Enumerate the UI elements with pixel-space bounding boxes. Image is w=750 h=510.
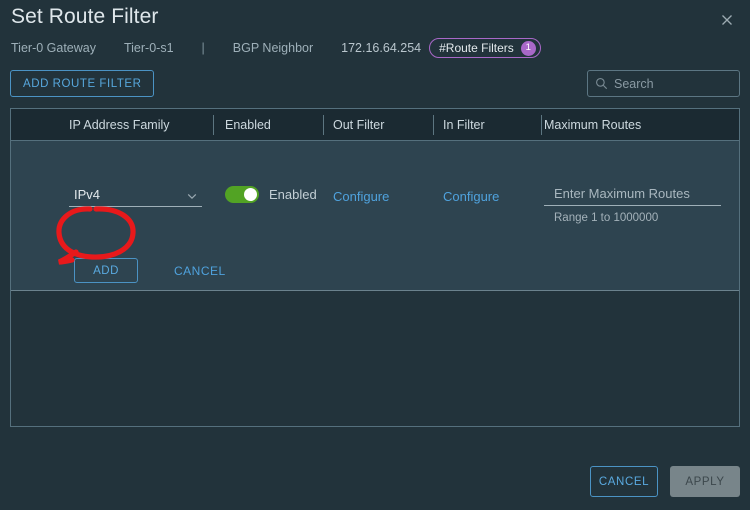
breadcrumb-separator: | — [201, 41, 205, 55]
breadcrumb-neighbor-label: BGP Neighbor — [232, 41, 314, 55]
out-filter-configure-link[interactable]: Configure — [333, 189, 389, 204]
search-input[interactable] — [608, 76, 750, 91]
dialog-footer: CANCEL APPLY — [0, 466, 750, 498]
table-empty-body — [11, 291, 739, 426]
column-divider — [433, 115, 434, 135]
toggle-knob — [244, 188, 257, 201]
column-header-ip-address-family: IP Address Family — [69, 118, 170, 132]
cancel-button[interactable]: CANCEL — [590, 466, 658, 497]
route-filters-badge[interactable]: #Route Filters 1 — [429, 38, 541, 58]
route-filters-badge-count: 1 — [520, 40, 536, 56]
table-header-row: IP Address Family Enabled Out Filter In … — [11, 109, 739, 141]
column-header-maximum-routes: Maximum Routes — [544, 118, 642, 132]
ip-address-family-select[interactable]: IPv4 — [69, 183, 202, 207]
breadcrumb: Tier-0 Gateway Tier-0-s1 | BGP Neighbor … — [11, 38, 541, 58]
enabled-state-label: Enabled — [269, 187, 317, 202]
column-divider — [213, 115, 214, 135]
search-box[interactable] — [587, 70, 750, 97]
breadcrumb-neighbor-ip: 172.16.64.254 — [341, 41, 422, 55]
table-row: IPv4 Enabled Configure Configure Range 1… — [11, 141, 739, 291]
column-divider — [541, 115, 542, 135]
column-divider — [323, 115, 324, 135]
toolbar: ADD ROUTE FILTER — [0, 70, 750, 102]
maximum-routes-hint: Range 1 to 1000000 — [554, 212, 659, 224]
close-icon[interactable] — [716, 9, 738, 31]
search-icon — [595, 77, 608, 90]
row-action-buttons: ADD CANCEL — [74, 258, 226, 283]
breadcrumb-gateway-label: Tier-0 Gateway — [11, 41, 96, 55]
apply-button: APPLY — [670, 466, 740, 497]
row-cancel-link[interactable]: CANCEL — [174, 264, 226, 278]
dialog-header: Set Route Filter Tier-0 Gateway Tier-0-s… — [0, 0, 750, 66]
column-header-out-filter: Out Filter — [333, 118, 385, 132]
add-route-filter-button[interactable]: ADD ROUTE FILTER — [10, 70, 155, 97]
page-title: Set Route Filter — [11, 5, 159, 28]
ip-address-family-value: IPv4 — [74, 187, 101, 202]
add-button[interactable]: ADD — [74, 258, 138, 283]
breadcrumb-gateway-name: Tier-0-s1 — [123, 41, 174, 55]
enabled-toggle-cell: Enabled — [225, 186, 317, 203]
chevron-down-icon — [186, 189, 198, 201]
route-filters-badge-label: #Route Filters — [439, 41, 514, 55]
maximum-routes-input[interactable] — [544, 181, 721, 206]
maximum-routes-cell: Range 1 to 1000000 — [544, 181, 734, 224]
column-header-in-filter: In Filter — [443, 118, 485, 132]
route-filter-table: IP Address Family Enabled Out Filter In … — [10, 108, 740, 427]
in-filter-configure-link[interactable]: Configure — [443, 189, 499, 204]
enabled-toggle[interactable] — [225, 186, 259, 203]
column-header-enabled: Enabled — [225, 118, 271, 132]
